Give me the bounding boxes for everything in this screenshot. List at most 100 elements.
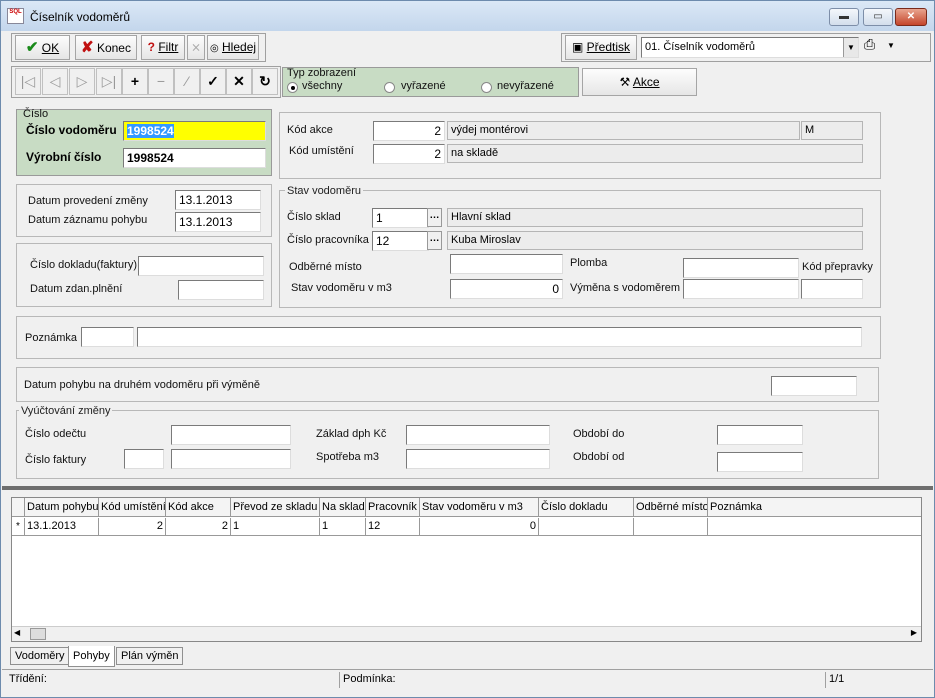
radio-vyrazene[interactable]	[384, 82, 395, 93]
filter-clear-icon: ⨯	[190, 40, 202, 54]
plomba-input[interactable]	[683, 258, 799, 278]
printer-dropdown-icon[interactable]: ▼	[887, 41, 895, 50]
cislo-dokladu-input[interactable]	[138, 256, 264, 276]
kod-akce-text: výdej montérovi	[447, 121, 800, 140]
datum-provedeni-input[interactable]: 13.1.2013	[175, 190, 261, 210]
radio-vsechny[interactable]	[287, 82, 298, 93]
vyrobni-cislo-label: Výrobní číslo	[26, 150, 102, 164]
ok-button[interactable]: ✔ OK	[15, 35, 70, 60]
report-select[interactable]: 01. Číselník vodoměrů ▼	[641, 37, 859, 58]
scroll-right-icon[interactable]: ▶	[911, 628, 917, 637]
konec-button[interactable]: ✘ Konec	[75, 35, 137, 60]
zaklad-input[interactable]	[406, 425, 550, 445]
cell-pracovnik[interactable]: 12	[366, 518, 420, 536]
cislo-vodomeru-input[interactable]: 1998524	[123, 121, 266, 141]
col-odberne-misto[interactable]: Odběrné místo	[634, 498, 708, 517]
datum-druhy-input[interactable]	[771, 376, 857, 396]
radio-vsechny-label: všechny	[302, 80, 343, 92]
datum-zaznamu-input[interactable]: 13.1.2013	[175, 212, 261, 232]
hledej-button[interactable]: ◎ Hledej	[207, 35, 259, 60]
predtisk-button[interactable]: ▣ Předtisk	[565, 35, 637, 60]
cislo-odectu-input[interactable]	[171, 425, 291, 445]
cislo-prac-text: Kuba Miroslav	[447, 231, 863, 250]
col-kod-umisteni[interactable]: Kód umístění	[99, 498, 166, 517]
prev-record-icon[interactable]: ◁	[42, 68, 68, 95]
splitter[interactable]	[2, 486, 933, 490]
cell-cislo-dokladu[interactable]	[539, 518, 634, 536]
pohyby-grid: Datum pohybu Kód umístění Kód akce Převo…	[11, 497, 922, 642]
maximize-button[interactable]: ▭	[863, 8, 893, 26]
col-poznamka[interactable]: Poznámka	[708, 498, 921, 517]
poznamka-code-input[interactable]	[81, 327, 134, 347]
tab-plan-vymen[interactable]: Plán výměn	[116, 647, 184, 665]
obdobi-od-input[interactable]	[717, 452, 803, 472]
col-stav[interactable]: Stav vodoměru v m3	[420, 498, 539, 517]
cislo-prac-input[interactable]: 12	[372, 231, 429, 251]
odberne-misto-input[interactable]	[450, 254, 563, 274]
cislo-faktury-input-b[interactable]	[171, 449, 291, 469]
cislo-group-label: Číslo	[23, 108, 49, 120]
cislo-vodomeru-value: 1998524	[127, 124, 174, 138]
poznamka-input[interactable]	[137, 327, 862, 347]
minimize-button[interactable]: ▬	[829, 8, 859, 26]
tab-pohyby[interactable]: Pohyby	[68, 646, 115, 667]
first-record-icon[interactable]: |◁	[15, 68, 41, 95]
spotreba-input[interactable]	[406, 449, 550, 469]
close-button[interactable]: ✕	[895, 8, 927, 26]
cislo-prac-lookup-button[interactable]: …	[427, 231, 442, 250]
kod-prepravky-input[interactable]	[801, 279, 863, 299]
kod-umisteni-input[interactable]: 2	[373, 144, 445, 164]
horizontal-scrollbar[interactable]: ◀ ▶	[12, 626, 921, 641]
col-kod-akce[interactable]: Kód akce	[166, 498, 231, 517]
next-record-icon[interactable]: ▷	[69, 68, 95, 95]
cell-kod-umisteni[interactable]: 2	[99, 518, 166, 536]
main-window: SQL Číselník vodoměrů ▬ ▭ ✕ ✔ OK ✘ Konec…	[0, 0, 935, 698]
datum-zdan-label: Datum zdan.plnění	[30, 283, 123, 295]
cell-kod-akce[interactable]: 2	[166, 518, 231, 536]
confirm-record-icon[interactable]: ✓	[200, 68, 226, 95]
delete-record-icon[interactable]: −	[148, 68, 174, 95]
cell-na-sklad[interactable]: 1	[320, 518, 366, 536]
col-datum-pohybu[interactable]: Datum pohybu	[25, 498, 99, 517]
vymena-input[interactable]	[683, 279, 799, 299]
cislo-odectu-label: Číslo odečtu	[25, 428, 87, 440]
plomba-label: Plomba	[570, 257, 608, 269]
row-indicator-header	[12, 498, 25, 517]
last-record-icon[interactable]: ▷|	[96, 68, 122, 95]
cell-stav[interactable]: 0	[420, 518, 539, 536]
scroll-left-icon[interactable]: ◀	[14, 628, 20, 637]
cell-odberne-misto[interactable]	[634, 518, 708, 536]
cislo-sklad-lookup-button[interactable]: …	[427, 208, 442, 227]
col-prevod[interactable]: Převod ze skladu	[231, 498, 320, 517]
status-trideni: Třídění:	[6, 672, 340, 688]
cell-prevod[interactable]: 1	[231, 518, 320, 536]
question-icon: ?	[147, 40, 155, 54]
edit-record-icon[interactable]: ⁄	[174, 68, 200, 95]
cislo-faktury-input-a[interactable]	[124, 449, 164, 469]
status-podminka: Podmínka:	[340, 672, 826, 688]
col-cislo-dokladu[interactable]: Číslo dokladu	[539, 498, 634, 517]
stav-input[interactable]: 0	[450, 279, 563, 299]
filtr-button[interactable]: ? Filtr	[141, 35, 185, 60]
datum-zaznamu-label: Datum záznamu pohybu	[28, 214, 148, 226]
refresh-icon[interactable]: ↻	[252, 68, 278, 95]
clear-filter-button[interactable]: ⨯	[187, 35, 205, 60]
cell-datum-pohybu[interactable]: 13.1.2013	[25, 518, 99, 536]
tab-vodomery[interactable]: Vodoměry	[10, 647, 70, 665]
scroll-thumb[interactable]	[30, 628, 46, 640]
cell-poznamka[interactable]	[708, 518, 921, 536]
col-na-sklad[interactable]: Na sklad	[320, 498, 366, 517]
status-pages: 1/1	[829, 673, 845, 685]
radio-nevyrazene[interactable]	[481, 82, 492, 93]
kod-akce-input[interactable]: 2	[373, 121, 445, 141]
cancel-record-icon[interactable]: ✕	[226, 68, 252, 95]
col-pracovnik[interactable]: Pracovník	[366, 498, 420, 517]
akce-button[interactable]: ⚒ Akce	[582, 68, 697, 96]
vymena-label: Výměna s vodoměrem	[570, 282, 681, 294]
vyrobni-cislo-input[interactable]: 1998524	[123, 148, 266, 168]
datum-zdan-input[interactable]	[178, 280, 264, 300]
printer-icon[interactable]: ⎙	[864, 36, 875, 53]
obdobi-do-input[interactable]	[717, 425, 803, 445]
cislo-sklad-input[interactable]: 1	[372, 208, 429, 228]
add-record-icon[interactable]: +	[122, 68, 148, 95]
